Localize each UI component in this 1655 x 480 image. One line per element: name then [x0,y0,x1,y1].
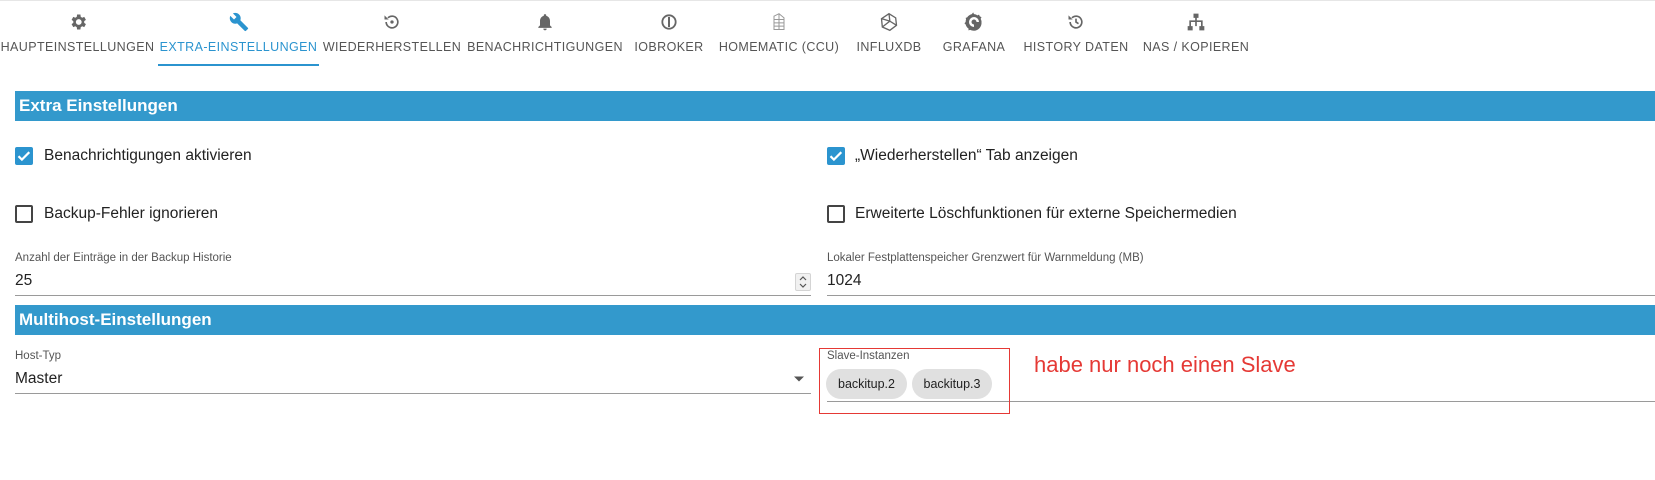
tab-grafana[interactable]: GRAFANA [934,0,1014,66]
tab-label: INFLUXDB [856,40,922,54]
influxdb-icon [880,12,898,32]
tab-label: HISTORY DATEN [1023,40,1129,54]
chevron-down-icon[interactable] [792,374,806,384]
host-type-underline [15,393,811,394]
tab-bar: HAUPTEINSTELLUNGEN EXTRA-EINSTELLUNGEN W… [0,0,1655,66]
tab-iobroker[interactable]: IOBROKER [628,0,710,66]
disk-threshold-input[interactable]: 1024 [827,272,861,290]
tab-label: WIEDERHERSTELLEN [322,40,462,54]
gear-icon [71,14,86,30]
bell-icon [538,14,552,31]
extended-delete-label: Erweiterte Löschfunktionen für externe S… [855,205,1237,222]
tab-label: NAS / KOPIEREN [1142,40,1250,54]
notifications-checkbox[interactable] [15,147,33,165]
restore-icon [384,15,399,29]
tab-history-daten[interactable]: HISTORY DATEN [1018,0,1134,66]
network-icon [1187,13,1205,31]
active-tab-indicator [158,64,319,66]
tab-extra-einstellungen[interactable]: EXTRA-EINSTELLUNGEN [158,0,319,66]
check-icon [829,151,843,162]
grafana-icon [964,12,982,31]
tab-label: BENACHRICHTIGUNGEN [467,40,623,54]
annotation-text: habe nur noch einen Slave [1034,352,1296,377]
tab-label: GRAFANA [942,40,1006,54]
tab-label: IOBROKER [634,40,704,54]
history-entries-underline [15,295,811,296]
tab-homematic[interactable]: HOMEMATIC (CCU) [714,0,844,66]
disk-threshold-label: Lokaler Festplattenspeicher Grenzwert fü… [827,252,1144,264]
number-stepper[interactable] [795,273,811,291]
history-entries-label: Anzahl der Einträge in der Backup Histor… [15,252,232,264]
restore-tab-label: „Wiederherstellen“ Tab anzeigen [855,147,1078,164]
extended-delete-checkbox[interactable] [827,205,845,223]
history-entries-input[interactable]: 25 [15,272,32,290]
ignore-errors-checkbox[interactable] [15,205,33,223]
tab-label: EXTRA-EINSTELLUNGEN [159,40,318,54]
tab-wiederherstellen[interactable]: WIEDERHERSTELLEN [322,0,462,66]
tab-nas-kopieren[interactable]: NAS / KOPIEREN [1138,0,1254,66]
tab-haupteinstellungen[interactable]: HAUPTEINSTELLUNGEN [0,0,155,66]
iobroker-icon [661,14,677,30]
stepper-arrows-icon [799,276,807,288]
tab-label: HOMEMATIC (CCU) [718,40,840,54]
tab-label: HAUPTEINSTELLUNGEN [0,40,155,54]
section-header-extra: Extra Einstellungen [15,91,1655,121]
homematic-icon [773,13,785,31]
section-header-multihost: Multihost-Einstellungen [15,305,1655,335]
annotation-highlight-box [819,348,1010,414]
host-type-label: Host-Typ [15,350,62,362]
ignore-errors-label: Backup-Fehler ignorieren [44,205,219,222]
host-type-select[interactable]: Master [15,370,62,388]
wrench-icon [229,12,248,32]
history-icon [1068,15,1083,29]
notifications-label: Benachrichtigungen aktivieren [44,147,252,164]
restore-tab-checkbox[interactable] [827,147,845,165]
tab-influxdb[interactable]: INFLUXDB [849,0,929,66]
check-icon [17,151,31,162]
tab-benachrichtigungen[interactable]: BENACHRICHTIGUNGEN [466,0,624,66]
disk-threshold-underline [827,295,1655,296]
